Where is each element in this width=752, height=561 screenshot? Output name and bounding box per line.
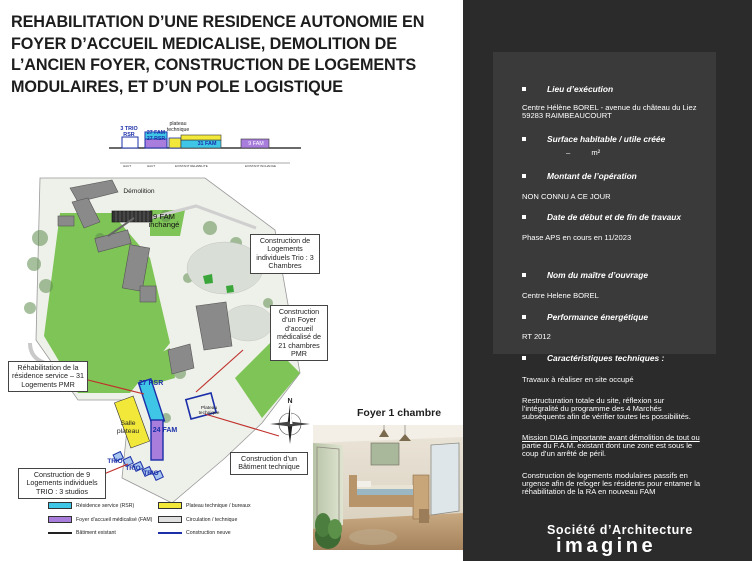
bullet-icon <box>522 314 526 319</box>
bullet-icon <box>522 214 526 219</box>
legend-item-new: Construction neuve <box>158 530 231 536</box>
heading-caracteristiques-text: Caractéristiques techniques : <box>547 353 665 363</box>
legend-swatch-rsr <box>48 502 72 509</box>
company-logo-line-2: imagine <box>556 535 657 557</box>
plan-label-27rsr: 27 RSR <box>138 380 164 387</box>
legend-line-existing <box>48 532 72 534</box>
tech-paragraph-1: Travaux à réaliser en site occupé <box>522 375 634 384</box>
legend-swatch-circulation <box>158 516 182 523</box>
heading-caracteristiques: Caractéristiques techniques : <box>522 353 664 363</box>
heading-surface-text: Surface habitable / utile créée <box>547 134 666 144</box>
value-surface: – m² <box>566 148 601 157</box>
value-performance: RT 2012 <box>522 332 551 341</box>
title-line-2: FOYER D’ACCUEIL MEDICALISE, DEMOLITION D… <box>11 34 397 53</box>
plan-legend: Résidence service (RSR) Foyer d’accueil … <box>48 502 288 554</box>
info-card-background <box>493 52 716 354</box>
legend-label-plateau: Plateau technique / bureaux <box>186 502 251 509</box>
plan-label-9-logements: Construction de 9 Logements individuels … <box>18 468 106 500</box>
legend-item-rsr: Résidence service (RSR) <box>48 502 134 509</box>
heading-dates-text: Date de début et de fin de travaux <box>547 212 682 222</box>
heading-dates: Date de début et de fin de travaux <box>522 212 681 222</box>
legend-label-existing: Bâtiment existant <box>76 530 116 536</box>
value-dates: Phase APS en cours en 11/2023 <box>522 233 632 242</box>
legend-line-new <box>158 532 182 534</box>
legend-item-circulation: Circulation / technique <box>158 516 237 523</box>
info-panel: Lieu d’exécution Centre Hélène BOREL - a… <box>463 0 752 561</box>
title-line-1: REHABILITATION D’UNE RESIDENCE AUTONOMIE… <box>11 13 425 31</box>
interior-render-image <box>313 425 463 550</box>
plan-label-trio-construction: Construction de Logements individuels Tr… <box>250 234 320 274</box>
heading-performance: Performance énergétique <box>522 312 648 322</box>
title-line-3: L’ANCIEN FOYER, CONSTRUCTION DE LOGEMENT… <box>11 56 417 74</box>
plan-label-foyer-construction: Construction d’un Foyer d’accueil médica… <box>270 305 328 362</box>
plan-label-salle: Salle plateau <box>116 420 140 436</box>
value-lieu-2: 59283 RAIMBEAUCOURT <box>522 111 612 120</box>
document-title: REHABILITATION D’UNE RESIDENCE AUTONOMIE… <box>11 12 451 98</box>
legend-item-plateau: Plateau technique / bureaux <box>158 502 251 509</box>
site-plan: Démolition 9 FAM inchangé Construction d… <box>0 118 328 561</box>
heading-lieu-text: Lieu d’exécution <box>547 84 614 94</box>
legend-item-fam: Foyer d’accueil médicalisé (FAM) <box>48 516 152 523</box>
heading-lieu: Lieu d’exécution <box>522 84 613 94</box>
legend-label-circulation: Circulation / technique <box>186 516 238 523</box>
legend-label-new: Construction neuve <box>186 530 231 536</box>
bullet-icon <box>522 173 526 178</box>
plan-label-trio-1: TRIO <box>107 458 123 465</box>
plan-label-trio-3: TRIO <box>143 470 159 477</box>
plan-label-24fam: 24 FAM <box>152 427 178 434</box>
heading-performance-text: Performance énergétique <box>547 312 648 322</box>
plan-label-9fam: 9 FAM inchangé <box>148 212 180 230</box>
legend-label-rsr: Résidence service (RSR) <box>76 502 135 509</box>
value-maitre: Centre Helene BOREL <box>522 291 599 300</box>
heading-montant: Montant de l’opération <box>522 171 637 181</box>
tech-paragraph-4-line-3: réhabilitation de la RA en nouveau FAM <box>522 487 656 496</box>
plan-label-demolition: Démolition <box>123 188 155 195</box>
bullet-icon <box>522 86 526 91</box>
legend-label-fam: Foyer d’accueil médicalisé (FAM) <box>76 516 153 523</box>
plan-label-rehabilitation: Réhabilitation de la résidence service –… <box>8 361 88 393</box>
value-montant: NON CONNU A CE JOUR <box>522 192 611 201</box>
legend-item-existing: Bâtiment existant <box>48 530 116 536</box>
title-line-4: MODULAIRES, ET D’UN POLE LOGISTIQUE <box>11 77 343 96</box>
heading-surface: Surface habitable / utile créée <box>522 134 665 144</box>
heading-maitre: Nom du maître d’ouvrage <box>522 270 648 280</box>
plan-label-trio-2: TRIO <box>125 465 141 472</box>
render-title: Foyer 1 chambre <box>357 407 442 419</box>
bullet-icon <box>522 355 526 360</box>
tech-paragraph-3-line-3: coup d’un arrêté de péril. <box>522 449 744 459</box>
plan-label-plateau-tech: Plateau technique <box>198 406 220 417</box>
interior-render-drawing <box>313 425 463 550</box>
compass-rose-icon <box>270 404 310 444</box>
tech-paragraph-3-text-3: coup d’un arrêté de péril. <box>522 449 607 458</box>
tech-paragraph-2-line-3: subséquents afin de vérifier toutes les … <box>522 412 691 421</box>
heading-montant-text: Montant de l’opération <box>547 171 637 181</box>
bullet-icon <box>522 272 526 277</box>
plan-label-batiment: Construction d’un Bâtiment technique <box>230 452 308 475</box>
legend-swatch-fam <box>48 516 72 523</box>
legend-swatch-plateau <box>158 502 182 509</box>
heading-maitre-text: Nom du maître d’ouvrage <box>547 270 648 280</box>
bullet-icon <box>522 136 526 141</box>
plan-label-north: N <box>287 398 293 405</box>
